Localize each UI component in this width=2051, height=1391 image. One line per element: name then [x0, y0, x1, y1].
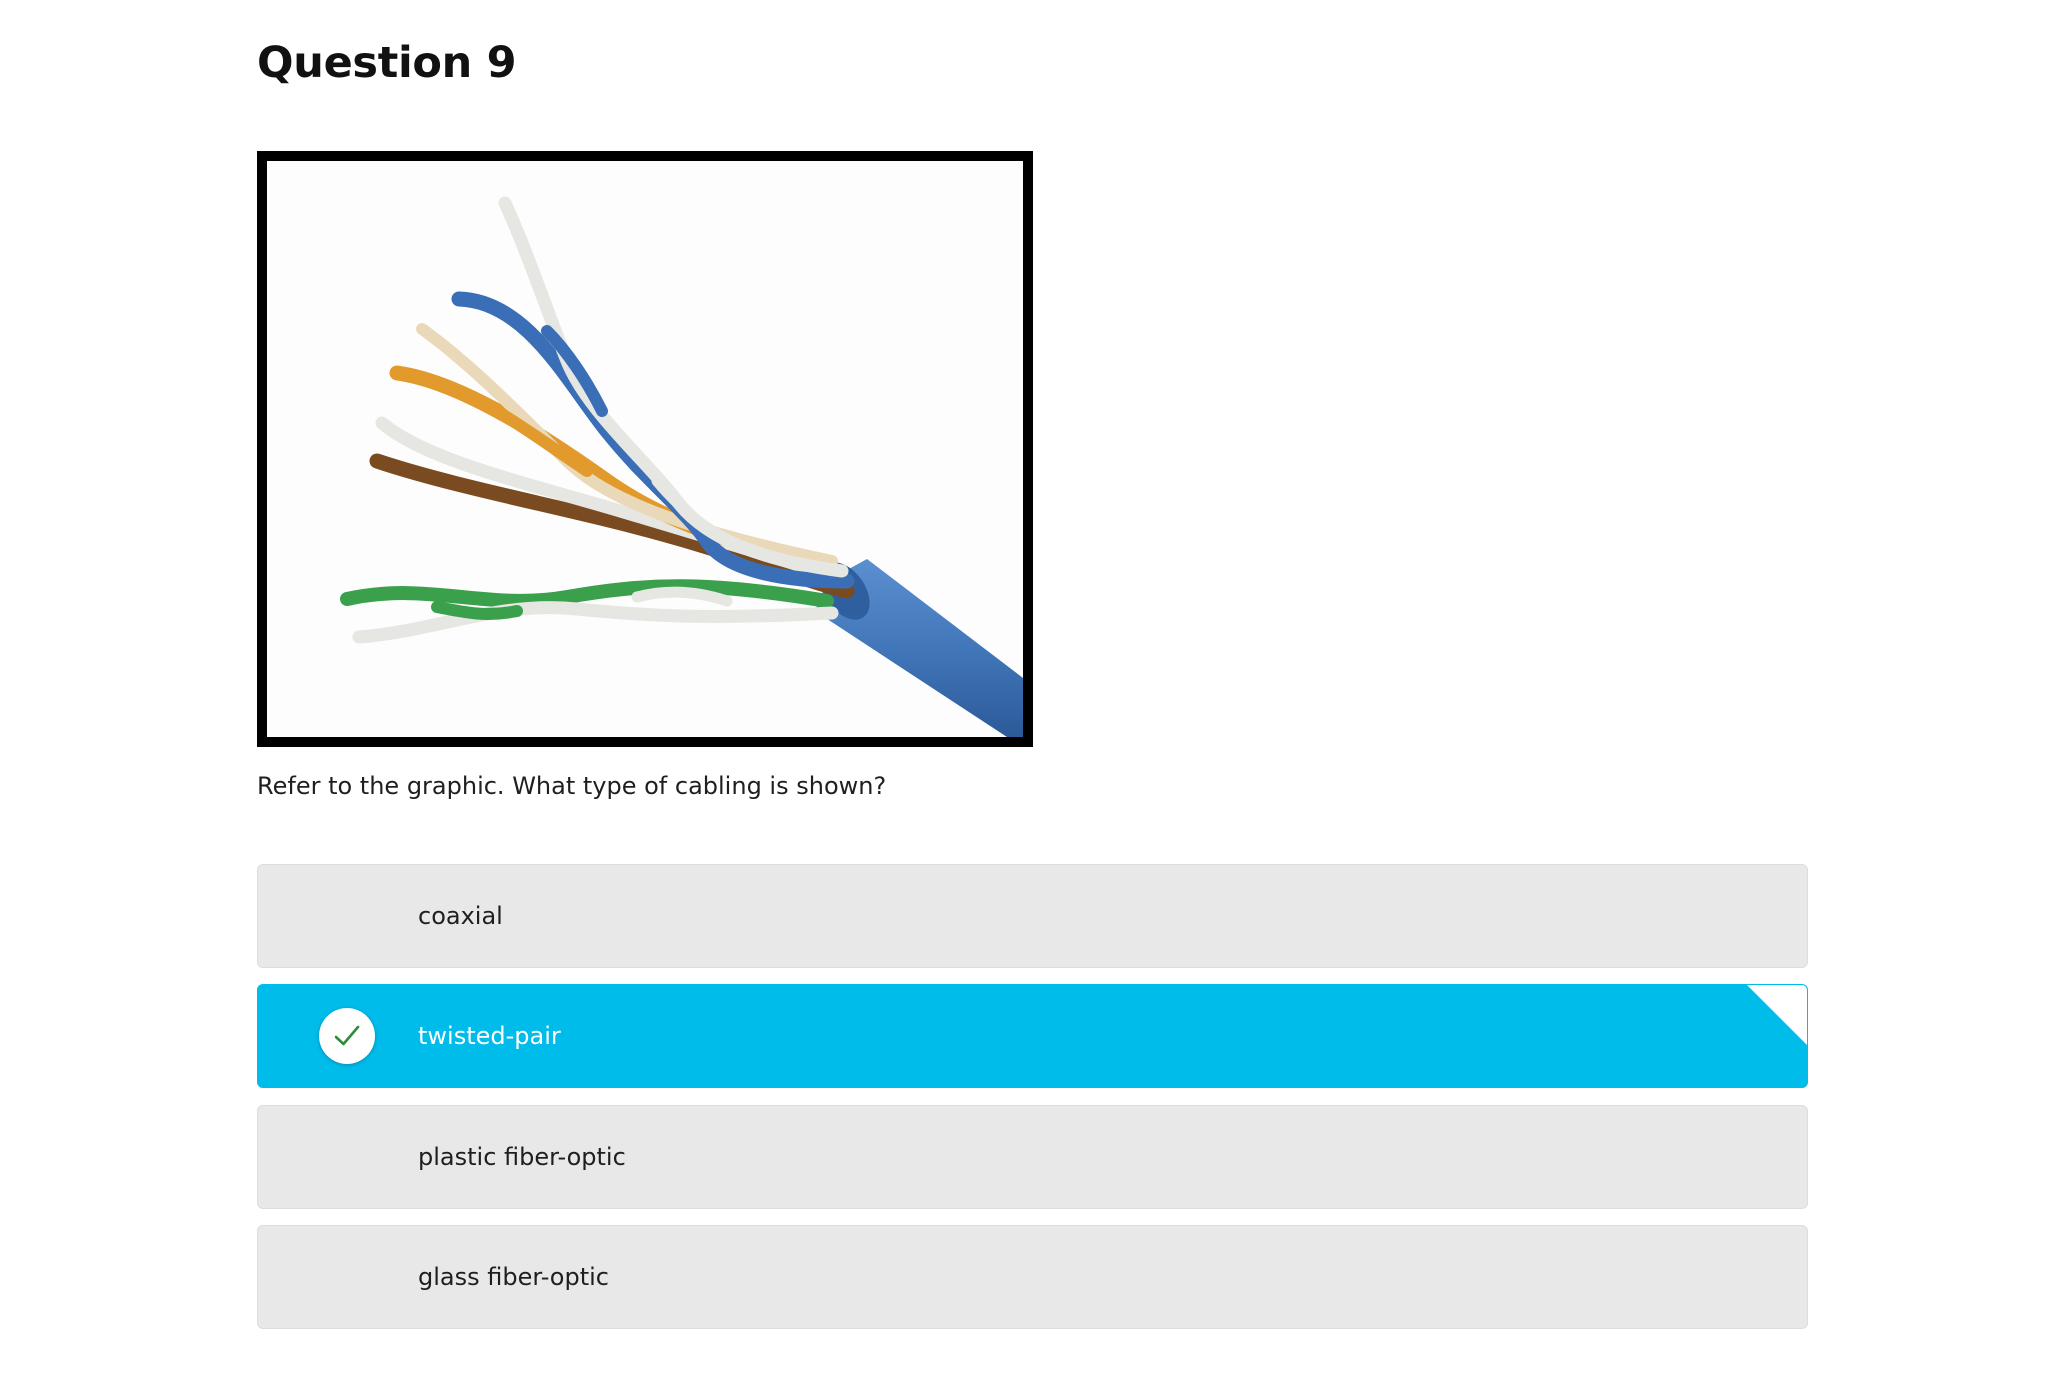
- answer-option-coaxial[interactable]: coaxial: [257, 864, 1808, 968]
- corner-flag-icon: [1747, 985, 1807, 1045]
- check-icon: [319, 1008, 375, 1064]
- answer-option-plastic-fiber-optic[interactable]: plastic fiber-optic: [257, 1105, 1808, 1209]
- question-prompt: Refer to the graphic. What type of cabli…: [257, 772, 887, 800]
- answer-option-twisted-pair[interactable]: twisted-pair: [257, 984, 1808, 1088]
- answer-option-label: glass fiber-optic: [418, 1263, 609, 1291]
- twisted-pair-cable-photo-icon: [267, 161, 1023, 737]
- answer-option-label: plastic fiber-optic: [418, 1143, 626, 1171]
- question-title: Question 9: [257, 38, 517, 88]
- cable-image: [257, 151, 1033, 747]
- answer-option-glass-fiber-optic[interactable]: glass fiber-optic: [257, 1225, 1808, 1329]
- answer-option-label: twisted-pair: [418, 1022, 561, 1050]
- answer-option-label: coaxial: [418, 902, 503, 930]
